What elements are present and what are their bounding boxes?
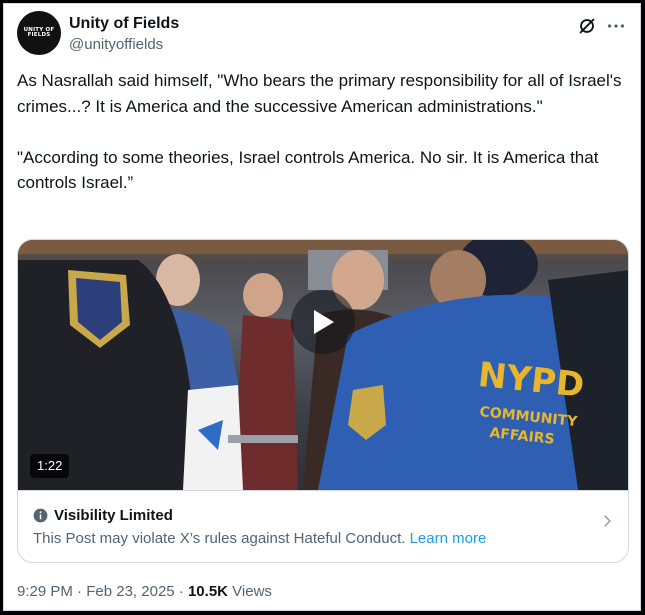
more-icon[interactable]: [605, 15, 627, 37]
notice-title: Visibility Limited: [54, 506, 173, 524]
author-names: Unity of Fields @unityoffields: [69, 14, 179, 55]
info-icon: [33, 508, 48, 522]
play-button[interactable]: [291, 290, 355, 354]
avatar-text: UNITY OF FIELDS: [23, 26, 55, 38]
notice-body-text: This Post may violate X’s rules against …: [33, 530, 406, 547]
author-display-name[interactable]: Unity of Fields: [69, 14, 179, 34]
post-header: UNITY OF FIELDS Unity of Fields @unityof…: [17, 11, 627, 59]
views-count: 10.5K: [187, 583, 228, 600]
media-card[interactable]: NYPD COMMUNITY AFFAIRS 1:22 Visibility L…: [17, 239, 629, 563]
meta-separator: ·: [178, 583, 184, 600]
post-card[interactable]: UNITY OF FIELDS Unity of Fields @unityof…: [3, 3, 641, 611]
play-icon: [314, 310, 334, 334]
visibility-notice[interactable]: Visibility Limited This Post may violate…: [18, 490, 628, 562]
avatar[interactable]: UNITY OF FIELDS: [17, 11, 61, 55]
chevron-right-icon: [604, 515, 611, 527]
post-time[interactable]: 9:29 PM: [17, 583, 73, 600]
views-label: Views: [232, 583, 272, 600]
video-still: NYPD COMMUNITY AFFAIRS: [18, 240, 628, 490]
post-text: As Nasrallah said himself, "Who bears th…: [17, 71, 622, 192]
post-date[interactable]: Feb 23, 2025: [86, 583, 174, 600]
grok-icon[interactable]: [576, 15, 598, 37]
post-meta: 9:29 PM · Feb 23, 2025 · 10.5K Views: [17, 582, 272, 602]
learn-more-link[interactable]: Learn more: [410, 530, 487, 547]
meta-separator: ·: [77, 583, 83, 600]
notice-body: This Post may violate X’s rules against …: [33, 529, 613, 549]
video-player[interactable]: NYPD COMMUNITY AFFAIRS 1:22: [18, 240, 628, 490]
video-duration: 1:22: [30, 454, 70, 478]
author-handle[interactable]: @unityoffields: [69, 35, 179, 55]
notice-title-row: Visibility Limited: [33, 504, 613, 526]
